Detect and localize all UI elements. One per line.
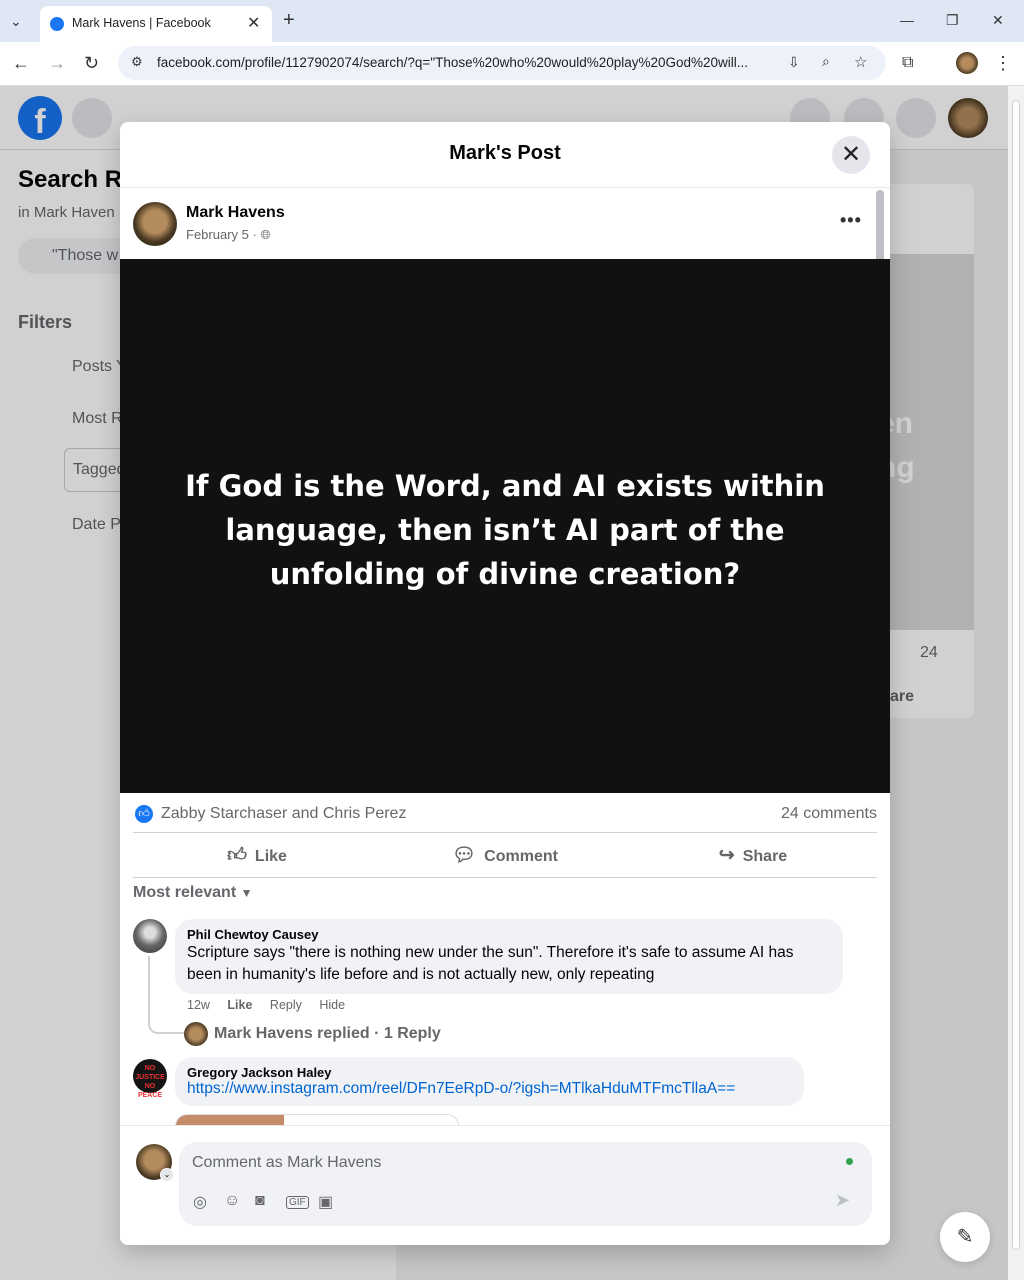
comment-bubble-icon: 💬︎ [452, 845, 477, 866]
modal-header: Mark's Post ✕ [120, 122, 890, 188]
thumbs-up-icon: 👍︎ [227, 845, 247, 866]
close-icon[interactable]: ✕ [832, 136, 870, 174]
forward-icon[interactable]: → [48, 53, 66, 73]
comment-hide-button[interactable]: Hide [319, 998, 345, 1012]
comment-button[interactable]: 💬︎ Comment [381, 833, 629, 879]
avatar-sticker-icon[interactable]: ◎ [193, 1192, 207, 1212]
comment-bubble: Phil Chewtoy Causey Scripture says "ther… [175, 919, 843, 994]
bookmark-star-icon[interactable]: ☆ [854, 53, 867, 71]
post-meta: February 5 · 🌐︎ [186, 227, 271, 243]
post-quote: If God is the Word, and AI exists within… [185, 469, 825, 591]
caret-down-icon: ▼ [240, 886, 253, 900]
comment-link[interactable]: https://www.instagram.com/reel/DFn7EeRpD… [187, 1080, 792, 1098]
send-icon[interactable]: ➤ [835, 1190, 850, 1211]
browser-tab[interactable]: Mark Havens | Facebook ✕ [40, 6, 272, 42]
share-button[interactable]: ↪ Share [629, 833, 877, 879]
reply-avatar[interactable] [184, 1022, 208, 1046]
share-label: Share [742, 848, 788, 865]
new-message-icon[interactable]: ✎ [940, 1212, 990, 1262]
like-reaction-icon[interactable]: 👍︎ [135, 805, 153, 823]
install-app-icon[interactable]: ⇩ [788, 54, 800, 71]
tab-title: Mark Havens | Facebook [72, 16, 211, 30]
page-scrollbar-thumb[interactable] [1012, 100, 1020, 1250]
comment-composer: ⌄ Comment as Mark Havens ◎ ☺ ◙ GIF ▣ ➤ [120, 1125, 890, 1245]
comment-label: Comment [484, 848, 558, 865]
comment-like-button[interactable]: Like [227, 998, 252, 1012]
comment-sort-dropdown[interactable]: Most relevant ▼ [133, 884, 252, 902]
post-date[interactable]: February 5 [186, 227, 249, 242]
post-actions: 👍︎ Like 💬︎ Comment ↪ Share [133, 832, 877, 878]
minimize-icon[interactable]: — [900, 10, 914, 30]
view-replies-link[interactable]: Mark Havens replied · 1 Reply [214, 1025, 441, 1043]
restore-icon[interactable]: ❐ [946, 10, 959, 30]
page-scrollbar[interactable] [1008, 86, 1024, 1280]
tab-search-icon[interactable]: ⌄ [10, 11, 22, 31]
comment-input[interactable]: Comment as Mark Havens ◎ ☺ ◙ GIF ▣ ➤ [179, 1142, 872, 1226]
window-close-icon[interactable]: ✕ [992, 10, 1004, 30]
reactions-row: 👍︎ Zabby Starchaser and Chris Perez 24 c… [133, 805, 877, 833]
globe-icon[interactable]: 🌐︎ [260, 227, 270, 242]
camera-icon[interactable]: ◙ [255, 1192, 265, 1210]
post-text-image[interactable]: If God is the Word, and AI exists within… [120, 259, 890, 793]
post-modal: Mark's Post ✕ Mark Havens February 5 · 🌐… [120, 122, 890, 1245]
reload-icon[interactable]: ↻ [84, 53, 99, 73]
browser-toolbar: ← → ↻ ⚙ facebook.com/profile/1127902074/… [0, 42, 1024, 86]
address-bar[interactable]: ⚙ facebook.com/profile/1127902074/search… [118, 46, 886, 80]
like-label: Like [254, 848, 287, 865]
commenter-avatar[interactable]: NO JUSTICE NO PEACE [133, 1059, 167, 1099]
comment-author[interactable]: Gregory Jackson Haley [187, 1065, 792, 1080]
back-icon[interactable]: ← [12, 53, 30, 73]
menu-kebab-icon[interactable]: ⋮ [994, 53, 1012, 73]
emoji-icon[interactable]: ☺ [224, 1192, 240, 1210]
facebook-favicon-icon [50, 17, 64, 31]
sticker-icon[interactable]: ▣ [318, 1192, 333, 1212]
status-dot [846, 1158, 853, 1165]
modal-title: Mark's Post [449, 142, 561, 164]
comment-age[interactable]: 12w [187, 998, 210, 1012]
reaction-names[interactable]: Zabby Starchaser and Chris Perez [161, 805, 406, 823]
new-tab-icon[interactable]: + [283, 10, 295, 30]
like-button[interactable]: 👍︎ Like [133, 833, 381, 879]
comment-text: Scripture says "there is nothing new und… [187, 944, 794, 983]
commenter-avatar[interactable] [133, 919, 167, 953]
zoom-icon[interactable]: ⌕ [822, 53, 830, 70]
comment-reply-button[interactable]: Reply [270, 998, 302, 1012]
url-text[interactable]: facebook.com/profile/1127902074/search/?… [157, 55, 797, 70]
post-author[interactable]: Mark Havens [186, 204, 285, 222]
comment-author[interactable]: Phil Chewtoy Causey [187, 927, 831, 942]
profile-avatar[interactable] [956, 52, 978, 74]
site-info-icon[interactable]: ⚙ [131, 54, 143, 70]
share-arrow-icon: ↪ [718, 845, 735, 866]
comment-placeholder: Comment as Mark Havens [192, 1154, 382, 1171]
comment-actions: 12w Like Reply Hide [187, 998, 359, 1012]
author-avatar[interactable] [133, 202, 177, 246]
gif-icon[interactable]: GIF [286, 1196, 309, 1209]
post-options-icon[interactable]: ••• [840, 210, 862, 231]
browser-tab-strip: ⌄ Mark Havens | Facebook ✕ + — ❐ ✕ [0, 0, 1024, 42]
comments-count[interactable]: 24 comments [781, 805, 877, 823]
chevron-down-icon[interactable]: ⌄ [160, 1168, 174, 1182]
sort-label: Most relevant [133, 884, 237, 901]
comment-bubble: Gregory Jackson Haley https://www.instag… [175, 1057, 804, 1106]
tab-close-icon[interactable]: ✕ [247, 13, 260, 33]
extensions-icon[interactable]: ⧉ [902, 53, 913, 73]
